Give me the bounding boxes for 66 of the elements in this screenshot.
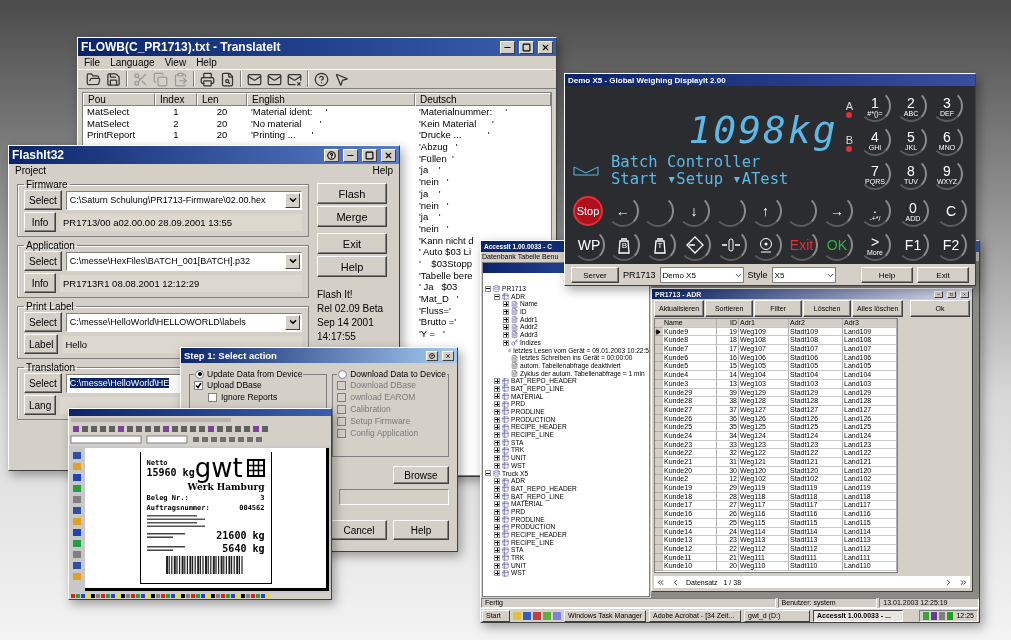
info-field: PR1713/00 a02.00.00 28.09.2001 13:55 — [60, 213, 302, 231]
info-field: PR1713R1 08.08.2001 12:12:29 — [60, 274, 302, 292]
table-cell-text: 'nein ' — [418, 176, 450, 188]
table-cell-text: 'Materialnummer: ' — [418, 106, 509, 118]
display-line: Start ▾Setup ▾ATest — [611, 171, 789, 188]
window-title: FLOWB(C_PR1713).txt - TranslateIt — [81, 40, 281, 54]
table-cell-text: 'Mat_D ' — [418, 293, 460, 305]
group-label: Application — [25, 240, 76, 251]
table-cell-text: 'Drucke ... ' — [418, 129, 491, 142]
indicator-label: B — [845, 134, 853, 146]
table-cell-text: 20 — [215, 117, 229, 130]
option-label: Setup Firmware — [350, 416, 411, 426]
label-text: 5640 kg — [222, 543, 265, 554]
table-cell-text: MatSelect — [86, 117, 131, 130]
group-label: Translation — [25, 362, 77, 373]
field-label: PR1713 — [623, 270, 656, 280]
indicator-label: A — [845, 100, 853, 112]
version-text: 14:17:55 — [317, 331, 357, 343]
table-cell-text: 1 — [172, 129, 180, 142]
table-cell-text: ' Ja $03 — [418, 281, 459, 293]
table-cell-text: 20 — [215, 129, 229, 142]
version-text: Sep 14 2001 — [317, 317, 375, 329]
table-cell-text: 'Fluss=' — [418, 304, 452, 317]
window-title: Step 1: Select action — [184, 350, 277, 361]
table-cell-text: 'nein ' — [418, 222, 450, 235]
table-cell-text: 'ja ' — [418, 164, 442, 177]
group-label: Firmware — [25, 179, 69, 190]
table-cell-text: 'ja ' — [418, 211, 442, 223]
table-cell-text: 'Tabelle bere — [418, 269, 474, 282]
option-label: Update Data from Device — [207, 369, 303, 379]
table-cell-text: 'No material ' — [250, 117, 323, 130]
weight-reading: 1098kg — [688, 108, 838, 152]
display-line: Batch Controller — [611, 154, 762, 171]
option-label: Calibration — [350, 404, 391, 414]
window-title: Demo X5 - Global Weighing DisplayIt 2.00 — [568, 75, 726, 85]
table-cell-text: 'Kein Material ' — [418, 117, 495, 130]
option-label: ownload EAROM — [350, 392, 416, 402]
table-cell-text: 'Füllen ' — [418, 152, 455, 165]
table-cell-text: ' $03Stopp — [418, 257, 474, 270]
table-cell-text: 'Material ident: ' — [250, 106, 329, 118]
option-label: Download Data to Device — [350, 369, 447, 379]
group-label: Print Label — [25, 301, 75, 312]
option-label: Config Application — [350, 428, 419, 438]
table-cell-text: 'Printing ... ' — [250, 129, 315, 142]
version-text: Flash It! — [317, 289, 354, 301]
field-label: Style — [747, 270, 768, 280]
table-cell-text: 'ja ' — [418, 187, 442, 200]
table-cell-text: 'Kann nicht d — [418, 234, 475, 247]
option-label: Ignore Reports — [221, 392, 278, 402]
window-title: FlashIt32 — [12, 148, 65, 162]
label-text: 15960 kg — [146, 466, 195, 478]
table-cell-text: 20 — [215, 106, 229, 118]
table-cell-text: PrintReport — [86, 129, 137, 142]
table-cell-text: 'Brutto =' — [418, 316, 458, 329]
version-text: Rel 02.09 Beta — [317, 303, 385, 315]
option-label: Upload DBase — [207, 380, 262, 390]
table-cell-text: 'Y = ' — [418, 328, 446, 340]
label-text: Werk Hamburg — [187, 482, 265, 492]
option-label: Download DBase — [350, 380, 416, 390]
table-cell-text: ' Auto $03 Li — [418, 246, 472, 258]
label-text: 21600 kg — [216, 530, 265, 541]
table-cell-text: 1 — [172, 106, 180, 118]
table-cell-text: 'nein ' — [418, 199, 450, 212]
table-cell-text: 2 — [172, 117, 180, 130]
table-cell-text: MatSelect — [86, 106, 131, 118]
table-cell-text: 'Abzug ' — [418, 141, 459, 153]
